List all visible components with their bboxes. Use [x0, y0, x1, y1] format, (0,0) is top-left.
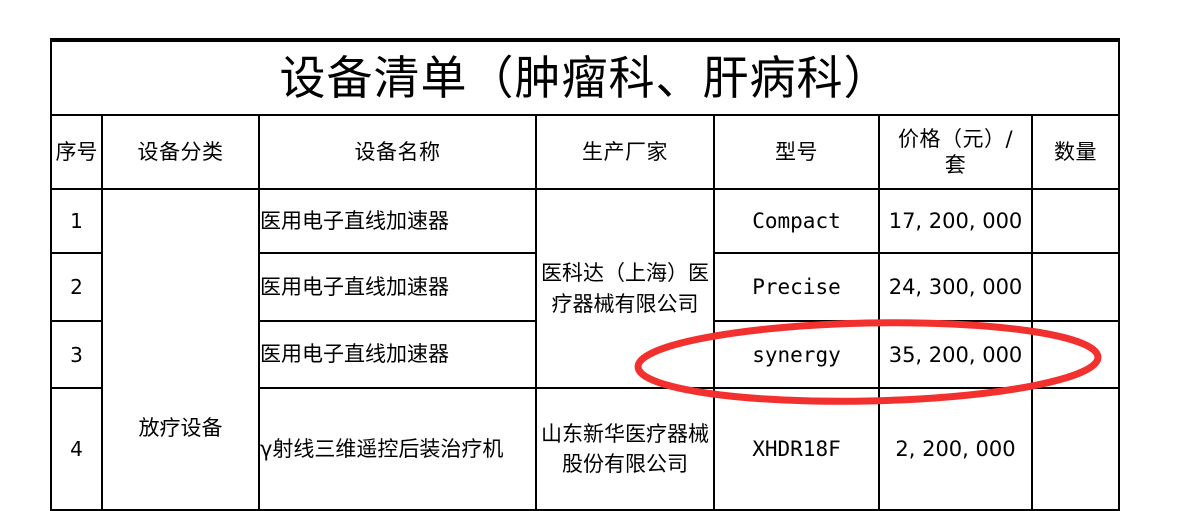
document-canvas: 设备清单（肿瘤科、肝病科） 序号 设备分类 设备名称 生产厂家 型号 价格（元）… [0, 0, 1184, 511]
cell-index: 4 [50, 387, 103, 511]
column-header-quantity-label: 数量 [1054, 139, 1098, 164]
cell-price: 35, 200, 000 [878, 320, 1033, 389]
column-header-category: 设备分类 [101, 114, 260, 190]
column-header-index: 序号 [50, 114, 103, 190]
cell-index: 3 [50, 320, 103, 389]
column-header-model-label: 型号 [775, 139, 818, 164]
column-header-name: 设备名称 [258, 114, 537, 190]
page-title: 设备清单（肿瘤科、肝病科） [279, 50, 891, 105]
table-header-row: 序号 设备分类 设备名称 生产厂家 型号 价格（元）/ 套 数量 [50, 114, 1121, 190]
table-title-row: 设备清单（肿瘤科、肝病科） [49, 38, 1121, 116]
cell-device-name: 医用电子直线加速器 [258, 188, 537, 254]
cell-device-name: 医用电子直线加速器 [258, 320, 537, 389]
cell-manufacturer: 山东新华医疗器械股份有限公司 [535, 387, 715, 511]
column-header-manufacturer: 生产厂家 [535, 114, 715, 190]
cell-manufacturer-merged: 医科达（上海）医疗器械有限公司 [535, 188, 715, 389]
table-title-cell: 设备清单（肿瘤科、肝病科） [49, 38, 1121, 116]
cell-device-name: γ射线三维遥控后装治疗机 [258, 387, 537, 511]
cell-category-merged: 放疗设备 [101, 188, 260, 511]
cell-category-label: 放疗设备 [138, 415, 223, 440]
column-header-name-label: 设备名称 [354, 139, 441, 164]
cell-quantity [1030, 252, 1121, 322]
column-header-model: 型号 [713, 114, 880, 190]
cell-device-name: 医用电子直线加速器 [258, 252, 537, 322]
cell-model: XHDR18F [713, 387, 880, 511]
cell-quantity [1030, 387, 1121, 511]
cell-model: Compact [713, 188, 880, 254]
column-header-category-label: 设备分类 [137, 139, 224, 164]
table-row: 1 放疗设备 医用电子直线加速器 医科达（上海）医疗器械有限公司 Compact… [50, 188, 1121, 511]
equipment-list-table: 设备清单（肿瘤科、肝病科） 序号 设备分类 设备名称 生产厂家 型号 价格（元）… [49, 38, 1121, 511]
cell-quantity [1030, 188, 1121, 254]
cell-index: 1 [50, 188, 103, 254]
cell-model: Precise [713, 252, 880, 322]
cell-price: 17, 200, 000 [878, 188, 1033, 254]
column-header-manufacturer-label: 生产厂家 [582, 139, 668, 164]
column-header-index-label: 序号 [55, 139, 98, 164]
cell-price: 2, 200, 000 [878, 387, 1033, 511]
cell-model: synergy [713, 320, 880, 389]
column-header-price-label-line2: 套 [944, 153, 967, 177]
column-header-quantity: 数量 [1030, 114, 1121, 190]
column-header-price-label-line1: 价格（元）/ [897, 126, 1014, 151]
cell-index: 2 [50, 252, 103, 322]
cell-quantity [1030, 320, 1121, 389]
column-header-price: 价格（元）/ 套 [878, 114, 1033, 190]
cell-price: 24, 300, 000 [878, 252, 1033, 322]
